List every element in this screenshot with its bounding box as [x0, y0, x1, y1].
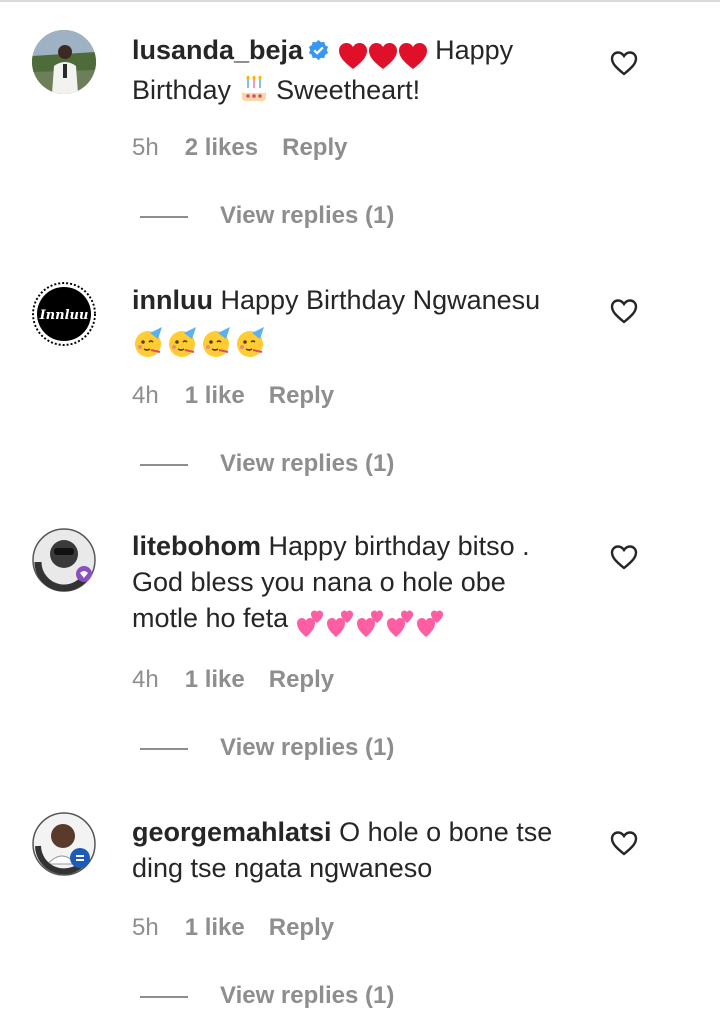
partying-face-emoji-icon — [135, 326, 162, 357]
comment-text: georgemahlatsi O hole o bone tse ding ts… — [132, 814, 572, 886]
likes-count[interactable]: 2 likes — [185, 134, 258, 162]
red-heart-emoji-icon — [368, 42, 397, 69]
two-hearts-emoji-icon — [416, 610, 443, 637]
avatar[interactable] — [32, 812, 96, 876]
emoji-group — [338, 36, 428, 72]
username[interactable]: georgemahlatsi — [132, 817, 332, 847]
partying-face-emoji-icon — [169, 326, 196, 357]
replies-dash — [140, 995, 188, 998]
comment-text: innluu Happy Birthday Ngwanesu — [132, 282, 572, 359]
view-replies-label: View replies (1) — [220, 982, 395, 1009]
avatar[interactable]: Innluu — [32, 282, 96, 346]
two-hearts-emoji-icon — [326, 610, 353, 637]
likes-count[interactable]: 1 like — [185, 666, 245, 694]
avatar[interactable] — [32, 30, 96, 94]
view-replies-label: View replies (1) — [220, 450, 395, 477]
replies-dash — [140, 463, 188, 466]
top-divider — [0, 0, 720, 2]
like-heart-icon[interactable] — [610, 830, 638, 856]
verified-badge-icon — [308, 39, 329, 61]
comment-text: lusanda_beja Happy Birthday Sweetheart! — [132, 32, 572, 108]
partying-face-emoji-icon — [203, 326, 230, 357]
comment-meta: 4h 1 like Reply — [132, 666, 334, 694]
avatar[interactable] — [32, 528, 96, 592]
vaccine-badge-avatar-icon — [32, 812, 96, 876]
reply-button[interactable]: Reply — [269, 382, 334, 410]
reply-button[interactable]: Reply — [269, 914, 334, 942]
comment-time: 4h — [132, 666, 159, 693]
two-hearts-emoji-icon — [356, 610, 383, 637]
comment-meta: 4h 1 like Reply — [132, 382, 334, 410]
likes-count[interactable]: 1 like — [185, 914, 245, 942]
emoji-group — [296, 604, 446, 640]
vaccine-badge-avatar-icon — [32, 528, 96, 592]
view-replies-button[interactable]: View replies (1) — [140, 450, 394, 478]
like-heart-icon[interactable] — [610, 50, 638, 76]
reply-button[interactable]: Reply — [282, 134, 347, 162]
partying-face-emoji-icon — [237, 326, 264, 357]
comment-body: Happy Birthday Ngwanesu — [220, 285, 541, 315]
view-replies-label: View replies (1) — [220, 202, 395, 229]
red-heart-emoji-icon — [398, 42, 427, 69]
two-hearts-emoji-icon — [296, 610, 323, 637]
username[interactable]: litebohom — [132, 531, 261, 561]
username[interactable]: innluu — [132, 285, 213, 315]
comment-meta: 5h 2 likes Reply — [132, 134, 347, 162]
view-replies-label: View replies (1) — [220, 734, 395, 761]
replies-dash — [140, 747, 188, 750]
like-heart-icon[interactable] — [610, 298, 638, 324]
view-replies-button[interactable]: View replies (1) — [140, 202, 394, 230]
emoji-group — [132, 322, 268, 359]
comment-time: 4h — [132, 382, 159, 409]
replies-dash — [140, 215, 188, 218]
reply-button[interactable]: Reply — [269, 666, 334, 694]
person-in-white-suit-avatar-icon — [32, 30, 96, 94]
birthday-cake-emoji-icon — [241, 75, 266, 101]
view-replies-button[interactable]: View replies (1) — [140, 982, 394, 1010]
comment-body-part: Sweetheart! — [276, 75, 421, 105]
comment-time: 5h — [132, 134, 159, 161]
view-replies-button[interactable]: View replies (1) — [140, 734, 394, 762]
username[interactable]: lusanda_beja — [132, 35, 303, 65]
comment-time: 5h — [132, 914, 159, 941]
svg-text:Innluu: Innluu — [39, 308, 89, 323]
like-heart-icon[interactable] — [610, 544, 638, 570]
comment-text: litebohom Happy birthday bitso . God ble… — [132, 528, 572, 640]
two-hearts-emoji-icon — [386, 610, 413, 637]
comment-meta: 5h 1 like Reply — [132, 914, 334, 942]
red-heart-emoji-icon — [338, 42, 367, 69]
likes-count[interactable]: 1 like — [185, 382, 245, 410]
innluu-logo-avatar-icon: Innluu — [32, 282, 96, 346]
